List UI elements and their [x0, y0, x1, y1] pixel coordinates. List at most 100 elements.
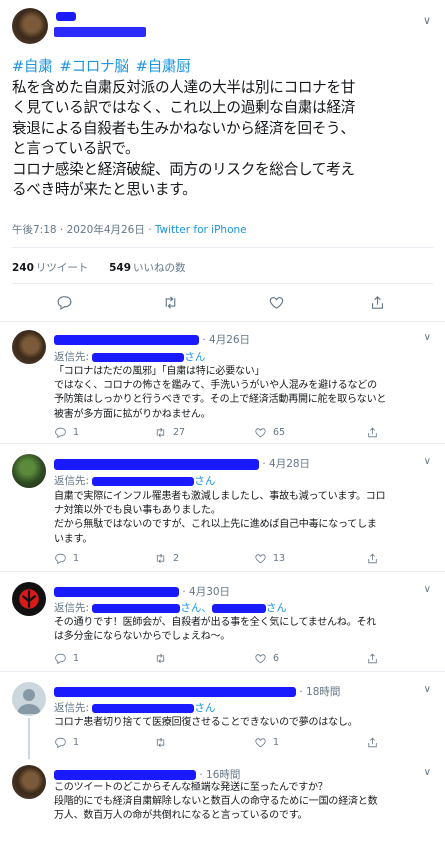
reply-text: 「コロナはただの風邪」「自粛は特に必要ない」 ではなく、コロナの怖さを鑑みて、手…: [54, 365, 432, 422]
like-icon: [255, 554, 266, 564]
reply-to: 返信先: さん、 さん: [54, 600, 287, 615]
reply-actions: 1 2 13: [54, 552, 424, 568]
reply-line: ではなく、コロナの怖さを鑑みて、手洗いうがいや人混みを避けるなどの: [54, 380, 377, 392]
retweet-icon: [156, 427, 165, 438]
reply-time[interactable]: · 4月30日: [182, 586, 230, 598]
share-button[interactable]: [366, 552, 379, 565]
main-tweet: ∨ #自粛 #コロナ脳 #自粛厨 私を含めた自粛反対派の人達の大半は別にコロナを甘 …: [0, 0, 445, 322]
redacted-mention[interactable]: [92, 703, 195, 713]
reply-to-label: 返信先:: [54, 602, 90, 614]
like-count: 1: [273, 737, 280, 748]
share-button[interactable]: [366, 652, 379, 665]
avatar[interactable]: [12, 582, 46, 616]
likes-count: 549: [109, 262, 132, 274]
retweet-icon: [156, 737, 165, 748]
tweet-actions: [0, 290, 445, 314]
reply-icon: [55, 427, 66, 439]
redacted-mention[interactable]: [92, 476, 195, 486]
avatar[interactable]: [12, 454, 46, 488]
default-avatar-icon[interactable]: [12, 682, 46, 716]
reply-to-mid[interactable]: さん、: [180, 602, 212, 614]
redacted-display-name: [56, 12, 76, 21]
chevron-down-icon[interactable]: ∨: [424, 684, 431, 695]
reply-button[interactable]: 1: [54, 426, 79, 439]
reply-to-suffix[interactable]: さん: [266, 602, 287, 614]
retweet-button[interactable]: 2: [154, 552, 179, 565]
like-count: 13: [273, 553, 286, 564]
share-button[interactable]: [366, 736, 379, 749]
tweet-line: と言っている訳で。: [12, 140, 140, 157]
share-icon[interactable]: [365, 290, 389, 314]
reply-header: · 18時間: [54, 684, 340, 699]
timestamp-text[interactable]: 午後7:18 · 2020年4月26日 ·: [12, 224, 155, 236]
reply-to: 返信先: さん: [54, 349, 205, 364]
like-button[interactable]: 13: [254, 552, 285, 565]
reply-count: 1: [73, 427, 80, 438]
reply-tweet[interactable]: · 4月30日 ∨ 返信先: さん、 さん その通りです！医師会が、自殺者が出る事…: [0, 572, 445, 672]
like-icon[interactable]: [264, 290, 288, 314]
retweet-count: 27: [173, 427, 186, 438]
chevron-down-icon[interactable]: ∨: [424, 456, 431, 467]
reply-button[interactable]: 1: [54, 552, 79, 565]
hashtag-link[interactable]: #自粛: [12, 58, 53, 75]
reply-time[interactable]: · 18時間: [299, 686, 340, 698]
source-link[interactable]: Twitter for iPhone: [155, 224, 247, 236]
share-icon: [368, 653, 377, 664]
retweet-button[interactable]: [154, 652, 173, 665]
reply-time[interactable]: · 16時間: [199, 769, 240, 781]
redacted-mention[interactable]: [92, 603, 181, 613]
chevron-down-icon[interactable]: ∨: [423, 14, 431, 27]
like-button[interactable]: 65: [254, 426, 285, 439]
reply-icon: [55, 553, 66, 565]
share-icon: [368, 553, 377, 564]
reply-to-suffix[interactable]: さん: [184, 351, 205, 363]
reply-to-label: 返信先:: [54, 702, 90, 714]
retweet-icon: [156, 653, 165, 664]
like-count: 6: [273, 653, 280, 664]
reply-button[interactable]: 1: [54, 736, 79, 749]
like-count: 65: [273, 427, 286, 438]
reply-line: は多分金にならないからでしょえね〜。: [54, 631, 231, 643]
reply-text: その通りです！医師会が、自殺者が出る事を全く気にしてませんね。それ は多分金にな…: [54, 616, 432, 644]
reply-actions: 1 27 65: [54, 426, 424, 442]
avatar[interactable]: [12, 765, 46, 799]
redacted-mention[interactable]: [92, 352, 185, 362]
reply-tweet[interactable]: · 4月28日 ∨ 返信先: さん 自粛で実際にインフル罹患者も激減しましたし、…: [0, 444, 445, 572]
chevron-down-icon[interactable]: ∨: [424, 767, 431, 778]
hashtag-link[interactable]: #コロナ脳: [60, 58, 129, 75]
hashtag-list: #自粛 #コロナ脳 #自粛厨: [12, 57, 437, 78]
reply-tweet[interactable]: · 18時間 ∨ 返信先: さん コロナ患者切り捨てて医療回復させることできない…: [0, 672, 445, 759]
reply-line: このツイートのどこからそんな極端な発送に至ったんですか？: [54, 782, 328, 793]
chevron-down-icon[interactable]: ∨: [424, 332, 431, 343]
reply-tweet[interactable]: · 16時間 ∨ このツイートのどこからそんな極端な発送に至ったんですか？ 段階…: [0, 759, 445, 845]
avatar[interactable]: [12, 8, 48, 44]
reply-time[interactable]: · 4月26日: [202, 334, 250, 346]
hashtag-link[interactable]: #自粛厨: [136, 58, 191, 75]
redacted-username: [54, 687, 296, 697]
reply-tweet[interactable]: · 4月26日 ∨ 返信先: さん 「コロナはただの風邪」「自粛は特に必要ない」…: [0, 322, 445, 444]
thread-connector: [28, 718, 30, 759]
like-button[interactable]: 6: [254, 652, 279, 665]
like-button[interactable]: 1: [254, 736, 279, 749]
avatar[interactable]: [12, 330, 46, 364]
share-icon: [368, 427, 377, 438]
likes-stat[interactable]: 549 いいねの数: [109, 262, 185, 274]
share-button[interactable]: [366, 426, 379, 439]
reply-count: 1: [73, 553, 80, 564]
chevron-down-icon[interactable]: ∨: [424, 584, 431, 595]
retweets-label: リツイート: [35, 262, 89, 274]
reply-text: コロナ患者切り捨てて医療回復させることできないので夢のはなし。: [54, 716, 432, 730]
reply-button[interactable]: 1: [54, 652, 79, 665]
reply-to-suffix[interactable]: さん: [194, 702, 215, 714]
retweet-button[interactable]: 27: [154, 426, 185, 439]
retweets-stat[interactable]: 240 リツイート: [12, 262, 88, 274]
retweet-icon[interactable]: [158, 290, 182, 314]
reply-to-suffix[interactable]: さん: [194, 475, 215, 487]
retweet-button[interactable]: [154, 736, 173, 749]
reply-to-label: 返信先:: [54, 475, 90, 487]
reply-header: · 4月26日: [54, 332, 250, 347]
reply-line: 被害が多方面に拡がりかねません。: [54, 408, 211, 420]
reply-icon[interactable]: [52, 290, 76, 314]
redacted-mention[interactable]: [211, 603, 266, 613]
reply-time[interactable]: · 4月28日: [262, 458, 310, 470]
